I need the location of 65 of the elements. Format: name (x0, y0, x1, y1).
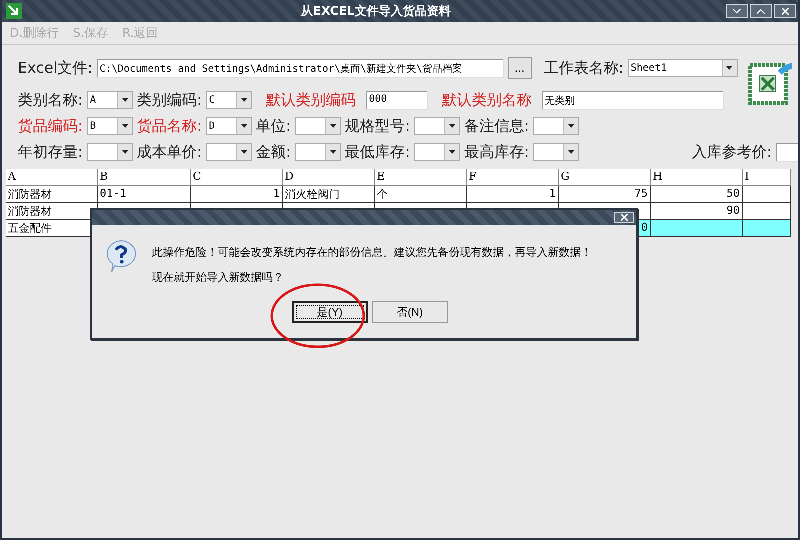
field-label: Excel文件: (18, 58, 93, 78)
maximize-button[interactable] (750, 4, 772, 18)
field-label: 类别编码: (137, 90, 202, 110)
field-label: 货品名称: (137, 116, 202, 136)
column-header: I (743, 169, 791, 186)
column-select[interactable]: A (87, 91, 134, 109)
field-label: 最低库存: (345, 142, 410, 162)
table-row[interactable]: 消防器材 01-1 1 消火栓阀门 个 1 75 50 (6, 186, 790, 203)
help-icon (104, 239, 138, 273)
dropdown-caret-icon[interactable] (117, 144, 132, 160)
no-button[interactable]: 否(N) (372, 301, 448, 323)
close-button[interactable] (614, 212, 634, 223)
browse-button[interactable]: ... (508, 57, 532, 79)
dropdown-caret-icon[interactable] (444, 118, 460, 134)
column-header: C (191, 169, 283, 186)
text-field[interactable]: 000 (366, 90, 428, 110)
dropdown-caret-icon[interactable] (236, 92, 252, 108)
column-select[interactable]: C (206, 91, 252, 109)
spreadsheet-icon[interactable] (748, 61, 792, 107)
field-label: 最高库存: (464, 142, 530, 162)
dropdown-caret-icon[interactable] (563, 118, 578, 134)
minimize-button[interactable] (726, 4, 748, 18)
field-label: 规格型号: (345, 116, 410, 136)
text-field[interactable]: 无类别 (542, 90, 724, 110)
field-label: 默认类别名称 (442, 90, 532, 110)
column-header: H (651, 169, 743, 186)
field-label: 工作表名称: (544, 58, 624, 78)
field-label: 入库参考价: (692, 142, 772, 162)
field-label: 货品编码: (18, 116, 84, 136)
field-label: 单位: (256, 116, 292, 136)
column-header: D (283, 169, 375, 186)
column-header: A (6, 169, 98, 186)
file-path-field[interactable]: C:\Documents and Settings\Administrator\桌面\新建文件夹\货品档案 (96, 58, 504, 78)
dropdown-caret-icon[interactable] (236, 144, 252, 160)
field-label: 金额: (256, 142, 292, 162)
chevron-up-icon (757, 8, 765, 14)
column-select[interactable]: B (87, 117, 134, 135)
dropdown-caret-icon[interactable] (117, 118, 132, 134)
window-title: 从EXCEL文件导入货品资料 (300, 2, 452, 20)
field-label: 成本单价: (137, 142, 202, 162)
dropdown-caret-icon[interactable] (563, 144, 578, 160)
dropdown-caret-icon[interactable] (325, 118, 340, 134)
app-icon (6, 3, 22, 19)
dropdown-caret-icon[interactable] (325, 144, 340, 160)
field-label: 类别名称: (18, 90, 84, 110)
column-header: E (375, 169, 467, 186)
column-header: F (467, 169, 559, 186)
field-label: 默认类别编码 (266, 90, 356, 110)
close-button[interactable] (774, 4, 796, 18)
chevron-down-icon (733, 8, 741, 14)
dialog-message: 现在就开始导入新数据吗？ (152, 270, 285, 285)
sheet-select[interactable]: Sheet1 (628, 59, 738, 77)
dropdown-caret-icon[interactable] (444, 144, 460, 160)
field-label: 备注信息: (464, 116, 530, 136)
field-label: 年初存量: (18, 142, 84, 162)
column-header: B (98, 169, 191, 186)
dropdown-caret-icon[interactable] (117, 92, 132, 108)
yes-button[interactable]: 是(Y) (292, 301, 368, 323)
column-select[interactable]: D (206, 117, 252, 135)
close-icon (620, 214, 628, 221)
dropdown-caret-icon[interactable] (722, 60, 737, 76)
close-icon (782, 8, 788, 14)
dialog-message: 此操作危险！可能会改变系统内存在的部份信息。建议您先备份现有数据，再导入新数据！ (152, 245, 592, 260)
dropdown-caret-icon[interactable] (236, 118, 252, 134)
column-header: G (559, 169, 651, 186)
